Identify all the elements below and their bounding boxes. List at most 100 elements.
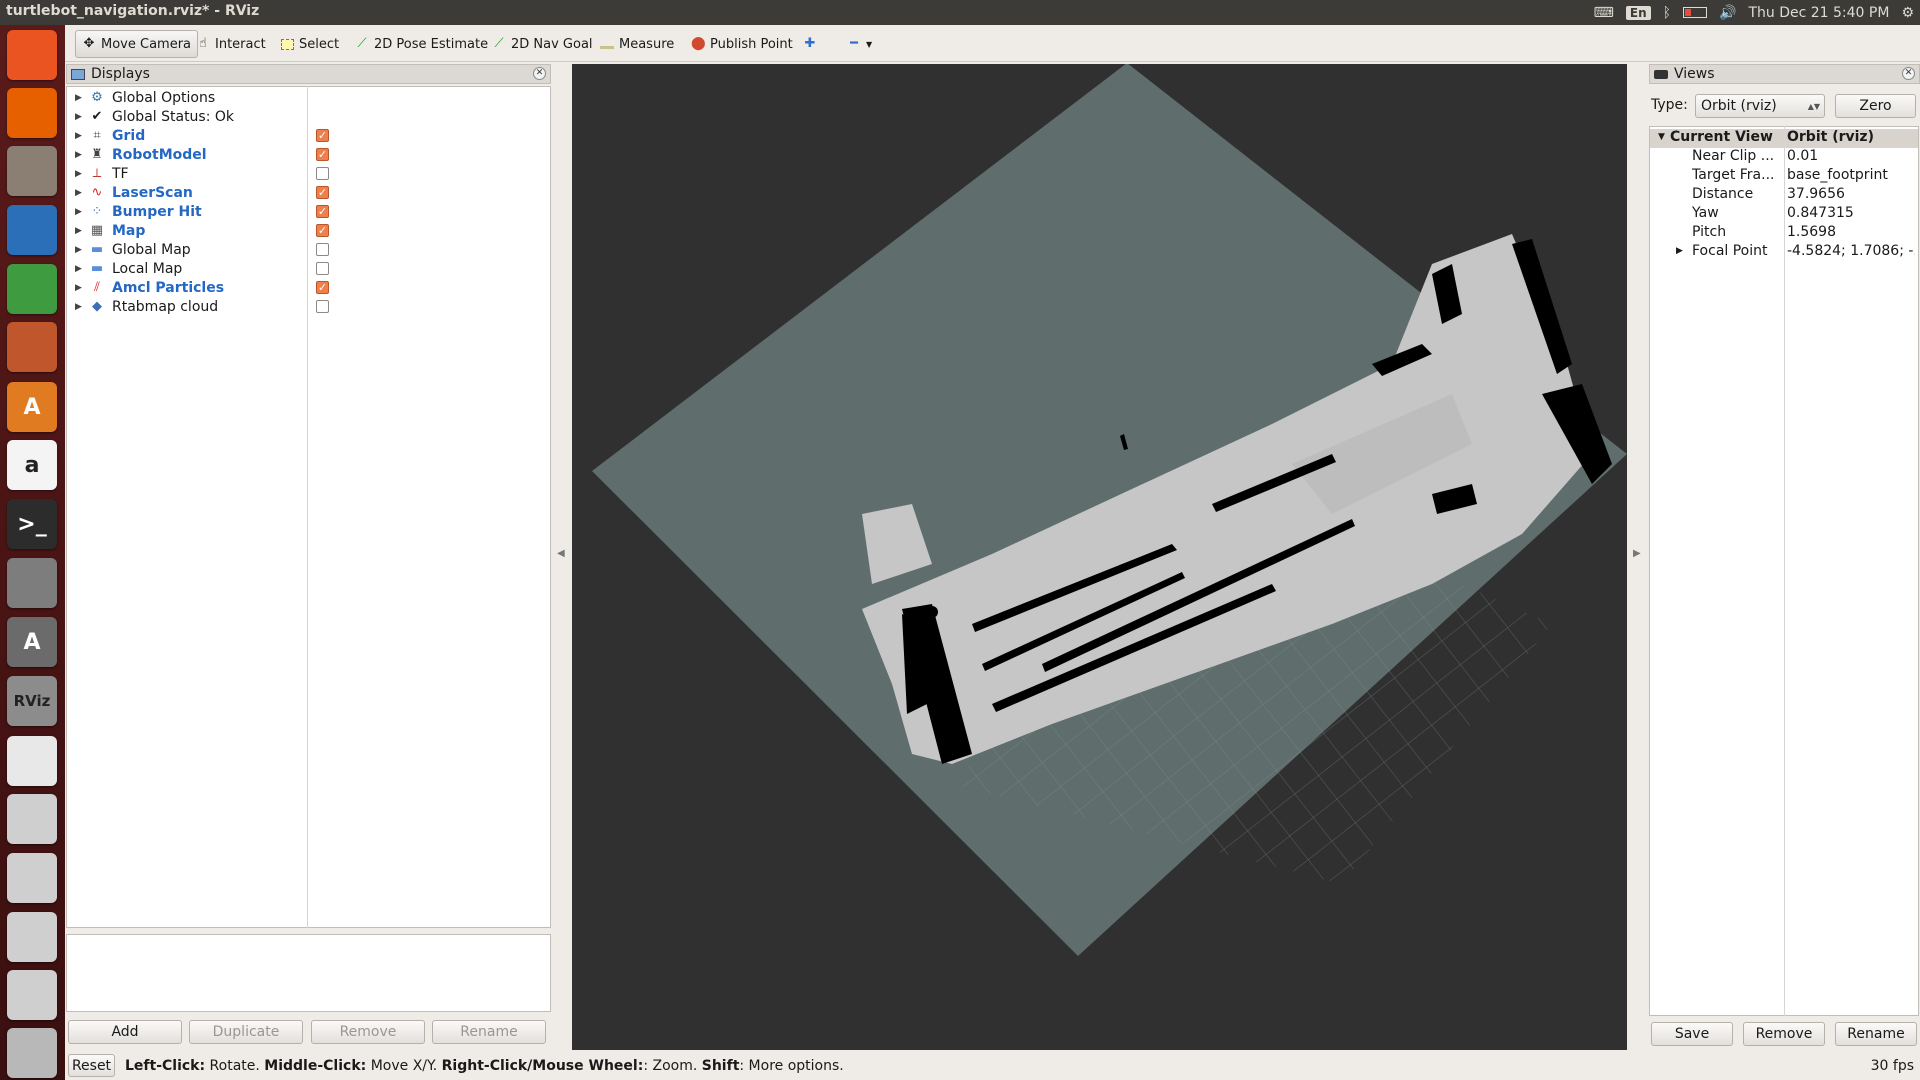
launcher-chrome-icon[interactable]	[7, 736, 57, 786]
expand-arrow-icon[interactable]: ▶	[75, 169, 82, 179]
expand-arrow-icon[interactable]: ▶	[75, 226, 82, 236]
display-item[interactable]: ▶ ◆ Rtabmap cloud	[67, 297, 550, 316]
launcher-drive-1-icon[interactable]	[7, 794, 57, 844]
display-enable-checkbox[interactable]: ✓	[316, 186, 329, 199]
launcher-drive-2-icon[interactable]	[7, 853, 57, 903]
expand-arrow-icon[interactable]: ▶	[75, 131, 82, 141]
keyboard-icon[interactable]: ⌨	[1594, 5, 1614, 21]
expand-arrow-icon[interactable]: ▶	[75, 188, 82, 198]
expand-arrow-icon[interactable]: ▶	[75, 112, 82, 122]
display-item[interactable]: ▶ ▬ Local Map	[67, 259, 550, 278]
display-enable-checkbox[interactable]: ✓	[316, 205, 329, 218]
map-icon: ▦	[90, 222, 104, 238]
display-item[interactable]: ▶ ✔ Global Status: Ok	[67, 107, 550, 126]
rename-display-button[interactable]: Rename	[432, 1020, 546, 1044]
launcher-rviz-icon[interactable]: RViz	[7, 676, 57, 726]
display-item-label: Grid	[112, 127, 146, 144]
remove-display-button[interactable]: Remove	[311, 1020, 425, 1044]
view-property-value[interactable]: base_footprint	[1787, 167, 1915, 183]
launcher-ubuntu-dash-icon[interactable]	[7, 30, 57, 80]
display-item[interactable]: ▶ ⚙ Global Options	[67, 88, 550, 107]
view-type-select[interactable]: Orbit (rviz) ▲▼	[1695, 94, 1825, 118]
measure-tool[interactable]: Measure	[594, 30, 680, 58]
launcher-firefox-icon[interactable]	[7, 88, 57, 138]
display-item-label: Local Map	[112, 260, 183, 277]
add-tool-button[interactable]: ✚	[797, 30, 823, 58]
launcher-software-updater-icon[interactable]: A	[7, 617, 57, 667]
expand-arrow-icon[interactable]: ▶	[75, 302, 82, 312]
view-property-value[interactable]: 0.01	[1787, 148, 1915, 164]
display-item[interactable]: ▶ ⟂ TF	[67, 164, 550, 183]
display-enable-checkbox[interactable]: ✓	[316, 148, 329, 161]
display-enable-checkbox[interactable]	[316, 262, 329, 275]
expand-arrow-icon[interactable]: ▼	[1658, 132, 1665, 142]
view-property-value[interactable]: -4.5824; 1.7086; -...	[1787, 243, 1915, 259]
reset-button[interactable]: Reset	[68, 1054, 115, 1077]
display-item[interactable]: ▶ ▬ Global Map	[67, 240, 550, 259]
left-splitter-handle[interactable]: ◀	[557, 548, 565, 559]
display-enable-checkbox[interactable]: ✓	[316, 224, 329, 237]
display-item[interactable]: ▶ ∿ LaserScan ✓	[67, 183, 550, 202]
launcher-calc-icon[interactable]	[7, 264, 57, 314]
display-item[interactable]: ▶ ▦ Map ✓	[67, 221, 550, 240]
rename-view-button[interactable]: Rename	[1835, 1022, 1917, 1046]
display-item[interactable]: ▶ ⌗ Grid ✓	[67, 126, 550, 145]
zero-view-button[interactable]: Zero	[1835, 94, 1916, 118]
view-property-value[interactable]: 0.847315	[1787, 205, 1915, 221]
volume-icon[interactable]: 🔊	[1719, 5, 1736, 21]
launcher-drive-4-icon[interactable]	[7, 970, 57, 1020]
launcher-terminal-icon[interactable]: >_	[7, 499, 57, 549]
remove-tool-button[interactable]: ━ ▼	[841, 30, 878, 58]
launcher-amazon-icon[interactable]: a	[7, 440, 57, 490]
close-icon[interactable]: ✕	[533, 67, 546, 80]
views-column-divider	[1784, 126, 1785, 1016]
launcher-files-icon[interactable]	[7, 146, 57, 196]
select-tool[interactable]: Select	[275, 30, 345, 58]
launcher-system-settings-icon[interactable]	[7, 558, 57, 608]
pose-array-icon: ⫽	[94, 279, 100, 295]
save-view-button[interactable]: Save	[1651, 1022, 1733, 1046]
duplicate-display-button[interactable]: Duplicate	[189, 1020, 303, 1044]
display-enable-checkbox[interactable]	[316, 300, 329, 313]
display-enable-checkbox[interactable]	[316, 243, 329, 256]
nav-goal-tool[interactable]: ⟋ 2D Nav Goal	[486, 30, 599, 58]
display-item[interactable]: ▶ ⁘ Bumper Hit ✓	[67, 202, 550, 221]
expand-arrow-icon[interactable]: ▶	[75, 264, 82, 274]
launcher-writer-icon[interactable]	[7, 205, 57, 255]
clock[interactable]: Thu Dec 21 5:40 PM	[1748, 5, 1889, 21]
view-property-value[interactable]: 37.9656	[1787, 186, 1915, 202]
display-enable-checkbox[interactable]: ✓	[316, 129, 329, 142]
bluetooth-icon[interactable]: ᛒ	[1663, 5, 1671, 21]
expand-arrow-icon[interactable]: ▶	[1676, 246, 1683, 256]
close-icon[interactable]: ✕	[1902, 67, 1915, 80]
expand-arrow-icon[interactable]: ▶	[75, 150, 82, 160]
displays-title: Displays	[91, 66, 150, 82]
launcher-impress-icon[interactable]	[7, 322, 57, 372]
render-viewport[interactable]	[572, 64, 1627, 1050]
interact-tool[interactable]: ☝ Interact	[190, 30, 272, 58]
right-splitter-handle[interactable]: ▶	[1633, 548, 1641, 559]
remove-view-button[interactable]: Remove	[1743, 1022, 1825, 1046]
select-icon	[281, 38, 294, 50]
launcher-drive-3-icon[interactable]	[7, 912, 57, 962]
language-indicator[interactable]: En	[1625, 5, 1651, 20]
pose-estimate-tool[interactable]: ⟋ 2D Pose Estimate	[349, 30, 494, 58]
launcher-trash-icon[interactable]	[7, 1028, 57, 1078]
expand-arrow-icon[interactable]: ▶	[75, 283, 82, 293]
launcher-software-center-icon[interactable]: A	[7, 382, 57, 432]
settings-gear-icon[interactable]: ⚙	[1901, 5, 1914, 21]
add-display-button[interactable]: Add	[68, 1020, 182, 1044]
move-camera-tool[interactable]: ✥ Move Camera	[75, 30, 199, 58]
expand-arrow-icon[interactable]: ▶	[75, 93, 82, 103]
display-enable-checkbox[interactable]: ✓	[316, 281, 329, 294]
view-property-value[interactable]: 1.5698	[1787, 224, 1915, 240]
display-enable-checkbox[interactable]	[316, 167, 329, 180]
battery-icon[interactable]	[1683, 7, 1708, 18]
display-item[interactable]: ▶ ♜ RobotModel ✓	[67, 145, 550, 164]
left-click-desc: Rotate.	[205, 1058, 265, 1074]
expand-arrow-icon[interactable]: ▶	[75, 245, 82, 255]
publish-point-tool[interactable]: ⬤ Publish Point	[685, 30, 799, 58]
map-canvas[interactable]	[572, 64, 1627, 1050]
expand-arrow-icon[interactable]: ▶	[75, 207, 82, 217]
display-item[interactable]: ▶ ⫽ Amcl Particles ✓	[67, 278, 550, 297]
